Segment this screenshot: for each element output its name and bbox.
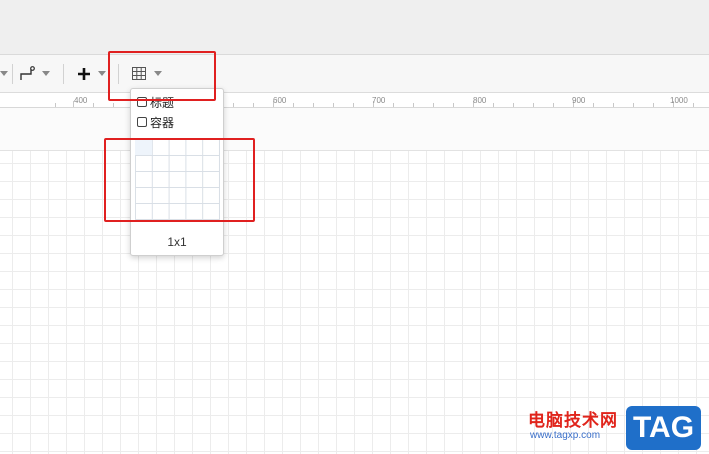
highlight-box-grid [104,138,255,222]
watermark-site-name: 电脑技术网 [528,411,618,430]
waypoint-connector-button[interactable] [20,55,50,92]
table-size-label: 1x1 [167,235,187,249]
watermark: 电脑技术网 www.tagxp.com TAG [522,404,709,454]
ruler-tick [513,103,514,107]
container-checkbox[interactable] [137,117,147,127]
container-option[interactable]: 容器 [137,114,174,130]
ruler-label: 800 [473,96,487,105]
horizontal-ruler: 400 600 700 800 900 1000 [0,93,709,108]
ruler-label: 700 [372,96,386,105]
toolbar [0,55,709,93]
ruler-tick [493,103,494,107]
ruler-tick [253,103,254,107]
ruler-tick [113,103,114,107]
ruler-tick [293,103,294,107]
ruler-label: 900 [572,96,586,105]
ruler-tick [313,103,314,107]
ruler-tick [55,103,56,107]
ruler-tick [413,103,414,107]
ruler-tick [653,103,654,107]
top-bar [0,0,709,55]
chevron-down-icon [0,71,8,76]
ruler-label: 400 [74,96,88,105]
watermark-url: www.tagxp.com [530,430,601,441]
ruler-tick [333,103,334,107]
ruler-label: 600 [273,96,287,105]
ruler-tick [613,103,614,107]
ruler-tick [693,103,694,107]
ruler-tick [593,103,594,107]
chevron-down-icon [42,71,50,76]
plus-icon [78,67,90,80]
ruler-tick [353,103,354,107]
ruler-tick [393,103,394,107]
highlight-box-table-button [108,51,216,101]
ruler-tick [433,103,434,107]
ruler-tick [553,103,554,107]
watermark-tag-logo: TAG [626,406,701,450]
ruler-tick [233,103,234,107]
container-option-label: 容器 [150,115,175,130]
toolbar-divider [63,64,64,84]
insert-button[interactable] [77,55,106,92]
ruler-tick [633,103,634,107]
chevron-down-icon [98,71,106,76]
ruler-tick [533,103,534,107]
ruler-tick [93,103,94,107]
style-dropdown-caret[interactable] [0,55,8,92]
ruler-tick [453,103,454,107]
toolbar-divider [12,64,13,84]
waypoint-connector-icon [20,65,35,80]
ruler-label: 1000 [670,96,688,105]
